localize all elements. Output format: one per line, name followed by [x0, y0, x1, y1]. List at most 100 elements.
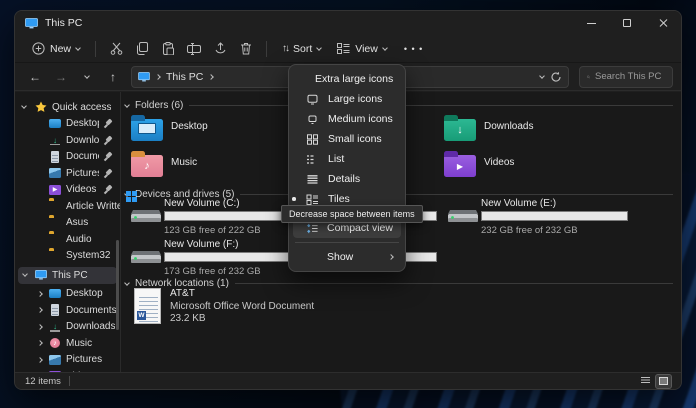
this-pc-icon — [138, 72, 150, 82]
chevron-right-icon — [37, 291, 43, 297]
title-bar[interactable]: This PC — [15, 11, 681, 35]
sidebar-item-system32[interactable]: System32 — [15, 248, 120, 265]
selected-indicator-dot — [292, 197, 296, 201]
folder-tile-music[interactable]: ♪ Music — [131, 150, 301, 177]
drive-detail: 232 GB free of 232 GB — [481, 225, 578, 236]
sidebar-item-audio[interactable]: Audio — [15, 231, 120, 248]
folder-tile-desktop[interactable]: Desktop — [131, 114, 301, 141]
navigation-pane: Quick access Desktop ↓ Downloads Documen… — [15, 92, 121, 372]
search-input[interactable] — [595, 71, 665, 82]
rename-button[interactable] — [182, 38, 206, 60]
chevron-down-icon — [382, 45, 388, 51]
chevron-right-icon — [37, 340, 43, 346]
compact-view-icon — [306, 223, 318, 234]
chevron-right-icon — [37, 357, 43, 363]
sidebar-item-documents[interactable]: Documents — [15, 149, 120, 166]
hidden-drive-bar-fragment — [404, 252, 437, 262]
sidebar-item-pc-pictures[interactable]: Pictures — [15, 352, 120, 369]
details-view-icon — [641, 377, 650, 385]
back-icon: ← — [29, 70, 41, 84]
menu-item-extra-large-icons[interactable]: Extra large icons — [293, 69, 401, 89]
sidebar-scrollbar[interactable] — [116, 240, 119, 330]
menu-item-show[interactable]: Show — [293, 247, 401, 267]
menu-item-list[interactable]: List — [293, 149, 401, 169]
paste-button[interactable] — [156, 38, 180, 60]
tooltip: Decrease space between items — [281, 205, 423, 223]
submenu-chevron-icon — [388, 254, 394, 260]
sidebar-item-videos[interactable]: ▶ Videos — [15, 182, 120, 199]
drive-icon — [129, 245, 163, 265]
sidebar-item-pc-desktop[interactable]: Desktop — [15, 286, 120, 303]
sidebar-item-article-written[interactable]: Article Written — [15, 198, 120, 215]
collapse-chevron-icon — [124, 280, 130, 286]
network-item-att[interactable]: W AT&T Microsoft Office Word Document 23… — [134, 288, 314, 326]
folder-tile-label: Music — [171, 157, 197, 177]
sort-button[interactable]: ↑↓ Sort — [275, 39, 328, 59]
sidebar-item-label: Downloads — [66, 321, 115, 332]
small-icons-icon — [306, 134, 319, 145]
sidebar-item-pc-documents[interactable]: Documents — [15, 302, 120, 319]
forward-button[interactable]: → — [49, 66, 73, 88]
folder-tile-label: Downloads — [484, 121, 533, 141]
paste-icon — [162, 42, 174, 55]
sidebar-item-desktop[interactable]: Desktop — [15, 116, 120, 133]
recent-locations-button[interactable] — [75, 66, 99, 88]
cut-button[interactable] — [104, 38, 128, 60]
share-icon — [214, 42, 227, 55]
copy-button[interactable] — [130, 38, 154, 60]
search-box[interactable] — [579, 66, 673, 88]
details-icon — [306, 174, 319, 185]
thumbnail-view-toggle-button[interactable] — [656, 375, 671, 388]
chevron-down-icon — [84, 73, 90, 79]
folder-icon — [49, 250, 61, 262]
menu-item-details[interactable]: Details — [293, 169, 401, 189]
delete-button[interactable] — [234, 38, 258, 60]
menu-item-small-icons[interactable]: Small icons — [293, 129, 401, 149]
new-button-label: New — [50, 43, 71, 55]
command-bar: New — [15, 35, 681, 63]
sidebar-item-asus[interactable]: Asus — [15, 215, 120, 232]
new-button[interactable]: New — [25, 38, 87, 59]
maximize-button[interactable] — [609, 11, 645, 35]
sidebar-item-quick-access[interactable]: Quick access — [15, 99, 120, 116]
toolbar-separator — [95, 41, 96, 57]
sidebar-item-this-pc[interactable]: This PC — [18, 267, 117, 284]
sidebar-item-label: This PC — [52, 270, 88, 281]
up-button[interactable]: ↑ — [101, 66, 125, 88]
sort-icon: ↑↓ — [282, 43, 288, 54]
share-button[interactable] — [208, 38, 232, 60]
minimize-button[interactable] — [573, 11, 609, 35]
thumbnail-view-icon — [659, 377, 668, 385]
address-dropdown-icon[interactable] — [539, 73, 545, 79]
sidebar-item-label: Audio — [66, 234, 92, 245]
breadcrumb-this-pc[interactable]: This PC — [166, 71, 203, 83]
minimize-icon — [587, 23, 596, 24]
drive-name: New Volume (E:) — [481, 198, 556, 209]
sidebar-item-pictures[interactable]: Pictures — [15, 165, 120, 182]
sidebar-item-pc-downloads[interactable]: ↓ Downloads — [15, 319, 120, 336]
sidebar-item-label: Downloads — [66, 135, 99, 146]
menu-item-label: Extra large icons — [315, 73, 393, 85]
see-more-button[interactable]: • • • — [396, 40, 431, 58]
list-icon — [306, 154, 319, 165]
drive-usage-bar — [481, 211, 628, 221]
folder-tile-downloads[interactable]: ↓ Downloads — [444, 114, 614, 141]
pictures-icon — [49, 167, 61, 179]
rename-icon — [187, 43, 201, 55]
back-button[interactable]: ← — [23, 66, 47, 88]
sidebar-item-pc-music[interactable]: ♪ Music — [15, 335, 120, 352]
folder-tile-label: Videos — [484, 157, 514, 177]
menu-item-medium-icons[interactable]: Medium icons — [293, 109, 401, 129]
sort-button-label: Sort — [293, 43, 312, 55]
refresh-icon[interactable] — [550, 71, 562, 83]
sidebar-item-downloads[interactable]: ↓ Downloads — [15, 132, 120, 149]
sidebar-item-label: Article Written — [66, 201, 120, 212]
drive-icon — [129, 204, 163, 224]
details-view-toggle-button[interactable] — [638, 375, 653, 388]
view-button[interactable]: View — [330, 39, 394, 59]
folder-tile-videos[interactable]: ▶ Videos — [444, 150, 614, 177]
menu-item-large-icons[interactable]: Large icons — [293, 89, 401, 109]
desktop-icon — [49, 118, 61, 130]
toolbar-separator — [266, 41, 267, 57]
close-button[interactable] — [645, 11, 681, 35]
